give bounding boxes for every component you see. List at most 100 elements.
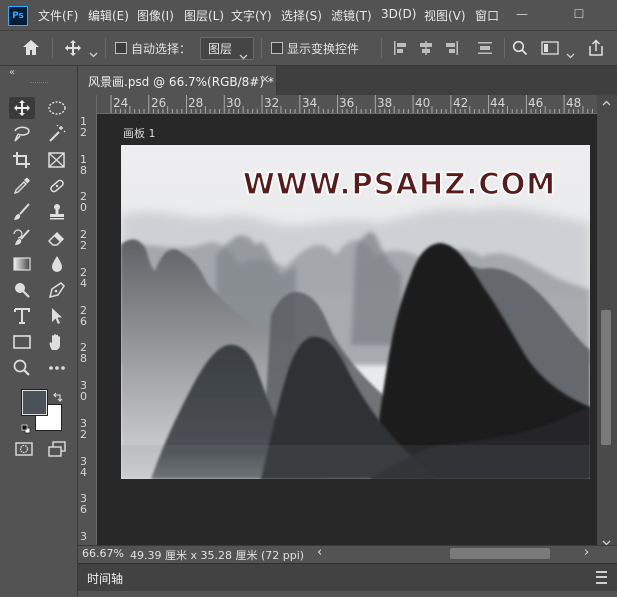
eraser-icon[interactable] [44, 227, 70, 249]
eyedropper-icon[interactable] [9, 175, 35, 197]
options-divider [52, 38, 53, 58]
menu-layer[interactable]: 图层(L) [184, 7, 224, 24]
ruler-origin[interactable] [78, 95, 97, 114]
ruler-label: 30 [80, 379, 87, 403]
horizontal-ruler[interactable]: 24 26 28 30 32 34 36 38 40 42 44 46 48 [78, 95, 597, 114]
ruler-label: 38 [377, 96, 393, 110]
magic-wand-icon[interactable] [44, 123, 70, 145]
chevron-down-icon[interactable] [566, 44, 575, 63]
align-left-icon[interactable] [393, 40, 409, 60]
watermark-text: WWW.PSAHZ.COM [242, 166, 557, 201]
brush-icon[interactable] [9, 201, 35, 223]
ruler-label: 46 [528, 96, 544, 110]
swap-colors-icon[interactable] [53, 387, 63, 406]
healing-icon[interactable] [44, 175, 70, 197]
pen-icon[interactable] [44, 279, 70, 301]
ruler-label: 20 [80, 190, 87, 214]
search-icon[interactable] [512, 40, 528, 60]
marquee-icon[interactable] [44, 97, 70, 119]
stamp-icon[interactable] [44, 201, 70, 223]
artboard-label[interactable]: 画板 1 [123, 125, 156, 141]
vertical-scrollbar[interactable] [597, 95, 617, 546]
align-right-icon[interactable] [443, 40, 459, 60]
options-bar: 自动选择： 图层 显示变换控件 [0, 31, 617, 66]
ruler-label: 34 [80, 455, 87, 479]
status-arrow-left[interactable]: ‹ [317, 545, 322, 560]
quick-mask-icon[interactable] [11, 438, 37, 460]
menu-bar: Ps 文件(F) 编辑(E) 图像(I) 图层(L) 文字(Y) 选择(S) 滤… [0, 0, 617, 31]
lasso-icon[interactable] [9, 123, 35, 145]
menu-edit[interactable]: 编辑(E) [88, 7, 129, 24]
ruler-label: 42 [453, 96, 469, 110]
zoom-level[interactable]: 66.67% [82, 547, 124, 560]
screen-mode-icon[interactable] [44, 438, 70, 460]
distribute-icon[interactable] [477, 40, 493, 60]
blur-icon[interactable] [44, 253, 70, 275]
chevron-down-icon[interactable] [89, 43, 98, 62]
show-transform-label: 显示变换控件 [287, 42, 360, 56]
ruler-label: 12 [80, 115, 87, 139]
ps-logo-icon[interactable]: Ps [8, 6, 28, 26]
horizontal-scroll-thumb[interactable] [450, 548, 550, 559]
ruler-label: 22 [80, 228, 87, 252]
more-icon[interactable] [44, 357, 70, 379]
options-divider [504, 38, 505, 58]
hand-icon[interactable] [44, 331, 70, 353]
path-select-icon[interactable] [44, 305, 70, 327]
panel-grip[interactable] [30, 82, 48, 85]
ruler-label: 40 [415, 96, 431, 110]
minimize-button[interactable]: — [511, 4, 533, 24]
timeline-tab[interactable]: 时间轴 [87, 570, 123, 587]
ruler-label: 44 [490, 96, 506, 110]
panel-menu-icon[interactable] [596, 571, 607, 584]
dodge-icon[interactable] [9, 279, 35, 301]
document-tab[interactable]: 风景画.psd @ 66.7%(RGB/8#) * × [78, 66, 277, 95]
share-icon[interactable] [587, 39, 605, 61]
home-icon[interactable] [22, 39, 40, 60]
chevron-down-icon [239, 45, 248, 64]
vertical-scroll-thumb[interactable] [601, 310, 611, 445]
rectangle-icon[interactable] [9, 331, 35, 353]
zoom-icon[interactable] [9, 357, 35, 379]
auto-select-dropdown[interactable]: 图层 [200, 37, 254, 60]
crop-icon[interactable] [9, 149, 35, 171]
menu-view[interactable]: 视图(V) [424, 7, 466, 24]
options-divider [105, 38, 106, 58]
auto-select-checkbox[interactable] [115, 42, 127, 54]
menu-3d[interactable]: 3D(D) [381, 7, 416, 21]
artboard-canvas[interactable]: WWW.PSAHZ.COM [121, 145, 590, 479]
history-brush-icon[interactable] [9, 227, 35, 249]
collapse-icon[interactable]: « [9, 67, 15, 78]
close-icon[interactable]: × [260, 72, 270, 86]
status-arrow-right[interactable]: › [584, 545, 589, 560]
menu-window[interactable]: 窗口 [475, 7, 499, 24]
align-center-icon[interactable] [418, 40, 434, 60]
options-divider [261, 38, 262, 58]
default-colors-icon[interactable] [21, 419, 31, 438]
ruler-label: 28 [188, 96, 204, 110]
menu-image[interactable]: 图像(I) [137, 7, 174, 24]
menu-select[interactable]: 选择(S) [281, 7, 322, 24]
auto-select-value: 图层 [208, 42, 233, 56]
vertical-ruler[interactable]: 12 18 20 22 24 26 28 30 32 34 36 3 [78, 113, 97, 545]
gradient-icon[interactable] [9, 253, 35, 275]
ruler-label: 3 [80, 530, 87, 543]
ruler-label: 18 [80, 153, 87, 177]
ruler-label: 32 [264, 96, 280, 110]
menu-type[interactable]: 文字(Y) [231, 7, 272, 24]
workspace-icon[interactable] [541, 40, 561, 60]
ruler-label: 34 [302, 96, 318, 110]
menu-file[interactable]: 文件(F) [38, 7, 78, 24]
move-tool-icon[interactable] [9, 97, 35, 119]
move-icon[interactable] [64, 39, 82, 61]
type-icon[interactable] [9, 305, 35, 327]
frame-icon[interactable] [44, 149, 70, 171]
foreground-color-swatch[interactable] [21, 389, 48, 416]
timeline-panel: 时间轴 [78, 563, 617, 591]
maximize-button[interactable]: ☐ [568, 4, 590, 24]
document-tab-title: 风景画.psd @ 66.7%(RGB/8#) * [88, 75, 274, 89]
scroll-up-icon[interactable] [602, 99, 611, 109]
menu-filter[interactable]: 滤镜(T) [331, 7, 372, 24]
show-transform-checkbox[interactable] [271, 42, 283, 54]
auto-select-label: 自动选择： [131, 42, 192, 56]
